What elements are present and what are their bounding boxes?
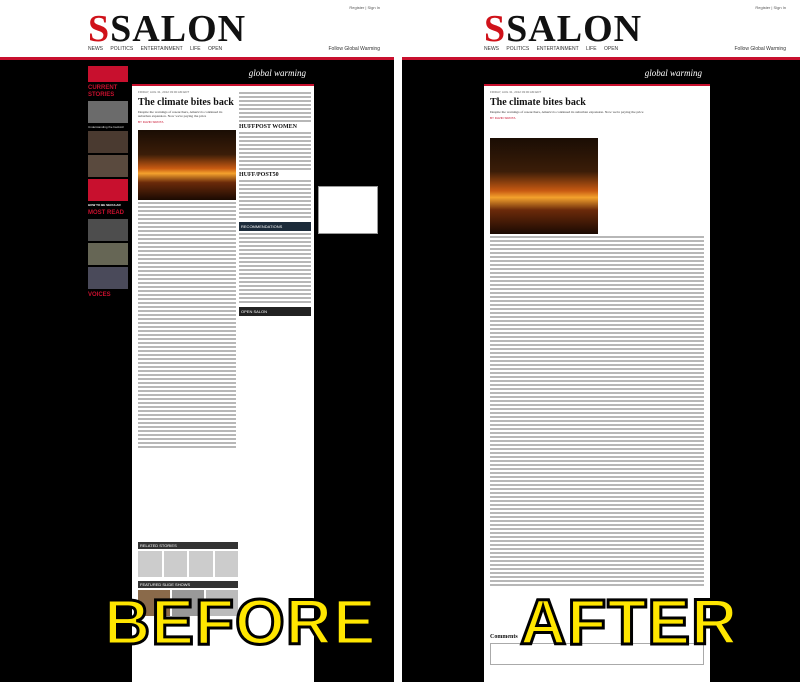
nav-life[interactable]: LIFE bbox=[586, 46, 597, 52]
section-label: global warming bbox=[644, 68, 702, 78]
main-nav: NEWS POLITICS ENTERTAINMENT LIFE OPEN bbox=[484, 46, 624, 52]
right-rail: HUFFPOST WOMEN HUFF/POST50 RECOMMENDATIO… bbox=[239, 90, 311, 316]
article-date: FRIDAY, AUG 31, 2012 03:00 AM EDT bbox=[490, 90, 542, 94]
huffpost-women-title[interactable]: HUFFPOST WOMEN bbox=[239, 124, 311, 130]
voices-title: VOICES bbox=[88, 292, 111, 298]
rail-links[interactable] bbox=[239, 180, 311, 218]
story-text[interactable]: Understanding the backroll bbox=[88, 125, 128, 129]
logo-text: SALON bbox=[506, 8, 643, 50]
article-byline[interactable]: BY DAVID SIROTA bbox=[138, 120, 236, 124]
salon-logo[interactable]: SSALON bbox=[88, 10, 246, 48]
article: FRIDAY, AUG 31, 2012 03:00 AM EDT The cl… bbox=[138, 90, 236, 450]
rail-links[interactable] bbox=[239, 132, 311, 170]
article-headline: The climate bites back bbox=[138, 97, 234, 108]
secular-badge[interactable] bbox=[88, 179, 128, 201]
follow-link[interactable]: Follow Global Warming bbox=[735, 46, 787, 52]
article-headline: The climate bites back bbox=[490, 97, 586, 108]
most-read-title: MOST READ bbox=[88, 210, 124, 216]
secular-text: HOW TO BE SECULAR bbox=[88, 203, 121, 207]
article-dek: Despite the warnings of researchers, Ame… bbox=[138, 110, 223, 118]
related-row[interactable] bbox=[138, 551, 238, 577]
section-banner: global warming bbox=[484, 60, 710, 86]
recommendations-header: RECOMMENDATIONS bbox=[239, 222, 311, 231]
sidebar-promo[interactable] bbox=[88, 66, 128, 82]
follow-link[interactable]: Follow Global Warming bbox=[329, 46, 381, 52]
related-title: RELATED STORIES bbox=[138, 542, 238, 549]
open-salon-header[interactable]: OPEN SALON bbox=[239, 307, 311, 316]
nav-news[interactable]: NEWS bbox=[88, 46, 103, 52]
story-thumb[interactable] bbox=[88, 131, 128, 153]
article-body bbox=[490, 236, 704, 586]
top-links[interactable]: Register | Sign In bbox=[755, 5, 786, 10]
site-header: Register | Sign In SSALON NEWS POLITICS … bbox=[402, 0, 800, 60]
logo-text: SALON bbox=[110, 8, 247, 50]
wildfire-photo bbox=[490, 138, 598, 234]
nav-politics[interactable]: POLITICS bbox=[506, 46, 529, 52]
rec-list[interactable] bbox=[239, 233, 311, 303]
story-thumb[interactable] bbox=[88, 101, 128, 123]
story-thumb[interactable] bbox=[88, 155, 128, 177]
nav-entertainment[interactable]: ENTERTAINMENT bbox=[141, 46, 183, 52]
site-header: Register | Sign In SSALON NEWS POLITICS … bbox=[0, 0, 394, 60]
after-panel: Register | Sign In SSALON NEWS POLITICS … bbox=[402, 0, 800, 682]
before-panel: Register | Sign In SSALON NEWS POLITICS … bbox=[0, 0, 394, 682]
nav-news[interactable]: NEWS bbox=[484, 46, 499, 52]
wildfire-photo bbox=[138, 130, 236, 200]
section-banner: global warming bbox=[132, 60, 314, 86]
article-date: FRIDAY, AUG 31, 2012 03:00 AM EDT bbox=[138, 90, 190, 94]
nav-open[interactable]: OPEN bbox=[208, 46, 222, 52]
nav-life[interactable]: LIFE bbox=[190, 46, 201, 52]
story-thumb[interactable] bbox=[88, 219, 128, 241]
top-links[interactable]: Register | Sign In bbox=[349, 5, 380, 10]
huffpost50-title[interactable]: HUFF/POST50 bbox=[239, 172, 311, 178]
before-label: BEFORE bbox=[103, 586, 378, 658]
current-stories-title: CURRENT STORIES bbox=[88, 85, 118, 98]
nav-open[interactable]: OPEN bbox=[604, 46, 618, 52]
story-thumb[interactable] bbox=[88, 243, 128, 265]
main-nav: NEWS POLITICS ENTERTAINMENT LIFE OPEN bbox=[88, 46, 228, 52]
share-popup[interactable] bbox=[318, 186, 378, 234]
article-byline[interactable]: BY DAVID SIROTA bbox=[490, 116, 704, 120]
salon-logo[interactable]: SSALON bbox=[484, 10, 642, 48]
article-dek: Despite the warnings of researchers, Ame… bbox=[490, 110, 644, 114]
section-label: global warming bbox=[248, 68, 306, 78]
after-label: AFTER bbox=[518, 586, 739, 658]
story-thumb[interactable] bbox=[88, 267, 128, 289]
article-body bbox=[138, 202, 236, 448]
rail-links[interactable] bbox=[239, 92, 311, 122]
nav-politics[interactable]: POLITICS bbox=[110, 46, 133, 52]
nav-entertainment[interactable]: ENTERTAINMENT bbox=[537, 46, 579, 52]
article: FRIDAY, AUG 31, 2012 03:00 AM EDT The cl… bbox=[490, 90, 704, 588]
